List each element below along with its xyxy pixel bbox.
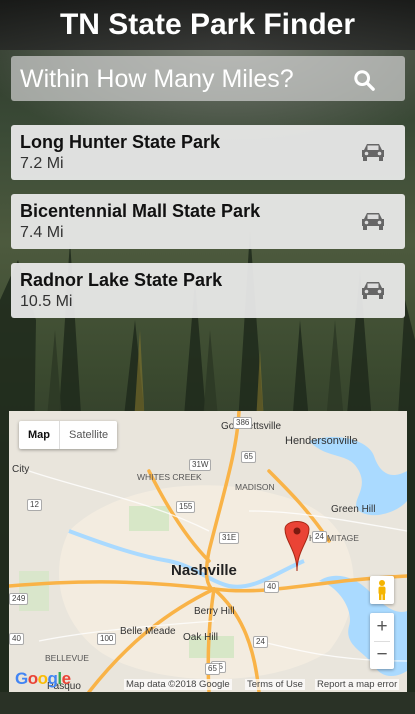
car-icon[interactable] (360, 142, 386, 162)
park-distance: 10.5 Mi (20, 293, 73, 310)
park-name: Radnor Lake State Park (20, 270, 223, 290)
map-data-attribution: Map data ©2018 Google (124, 679, 232, 690)
map-label: City (12, 464, 30, 475)
map-label: Berry Hill (194, 606, 235, 617)
map-label: Green Hill (331, 504, 376, 515)
google-logo[interactable]: Google (15, 669, 71, 689)
map-type-satellite-button[interactable]: Satellite (59, 421, 117, 449)
park-name: Long Hunter State Park (20, 132, 221, 152)
highway-shield: 386 (233, 417, 253, 429)
highway-shield: 100 (97, 633, 117, 645)
search-icon[interactable] (353, 69, 375, 91)
street-view-pegman[interactable] (370, 576, 394, 604)
zoom-out-button[interactable]: − (370, 642, 394, 669)
map-label: Oak Hill (183, 632, 219, 643)
pegman-icon (378, 580, 386, 600)
map-type-control[interactable]: Map Satellite (19, 421, 118, 449)
report-map-error-link[interactable]: Report a map error (315, 679, 400, 690)
map-label: BELLEVUE (45, 653, 89, 663)
terms-of-use-link[interactable]: Terms of Use (245, 679, 305, 690)
map-canvas[interactable] (9, 411, 407, 692)
map-label: Belle Meade (120, 626, 176, 637)
map-label: Hendersonville (285, 435, 358, 447)
highway-shield: 40 (9, 633, 24, 645)
highway-shield: 65 (241, 451, 256, 463)
search-label: Within How Many Miles? (20, 65, 294, 93)
park-distance: 7.4 Mi (20, 224, 64, 241)
map-type-map-button[interactable]: Map (19, 421, 59, 449)
zoom-in-button[interactable]: + (370, 613, 394, 641)
map-label: MADISON (235, 482, 275, 492)
park-name: Bicentennial Mall State Park (20, 201, 261, 221)
park-item-radnor-lake[interactable]: Radnor Lake State Park 10.5 Mi (11, 263, 405, 318)
highway-shield: 155 (176, 501, 196, 513)
car-icon[interactable] (360, 211, 386, 231)
highway-shield: 31W (189, 459, 212, 471)
park-distance: 7.2 Mi (20, 155, 64, 172)
bottom-strip (0, 692, 415, 714)
highway-shield: 65 (205, 663, 220, 675)
app-header: TN State Park Finder (0, 0, 415, 50)
map-label: WHITES CREEK (137, 472, 202, 482)
park-item-bicentennial-mall[interactable]: Bicentennial Mall State Park 7.4 Mi (11, 194, 405, 249)
highway-shield: 24 (253, 636, 268, 648)
park-item-long-hunter[interactable]: Long Hunter State Park 7.2 Mi (11, 125, 405, 180)
highway-shield: 40 (264, 581, 279, 593)
highway-shield: 31E (219, 532, 240, 544)
page-title: TN State Park Finder (59, 8, 356, 41)
highway-shield: 249 (9, 593, 29, 605)
zoom-control[interactable]: + − (370, 613, 394, 669)
search-bar[interactable]: Within How Many Miles? (11, 56, 405, 101)
highway-shield: 24 (312, 531, 327, 543)
map-label: Nashville (171, 562, 237, 579)
highway-shield: 12 (27, 499, 42, 511)
map-view[interactable]: Map Satellite Goodlettsville Hendersonvi… (9, 411, 407, 692)
car-icon[interactable] (360, 280, 386, 300)
